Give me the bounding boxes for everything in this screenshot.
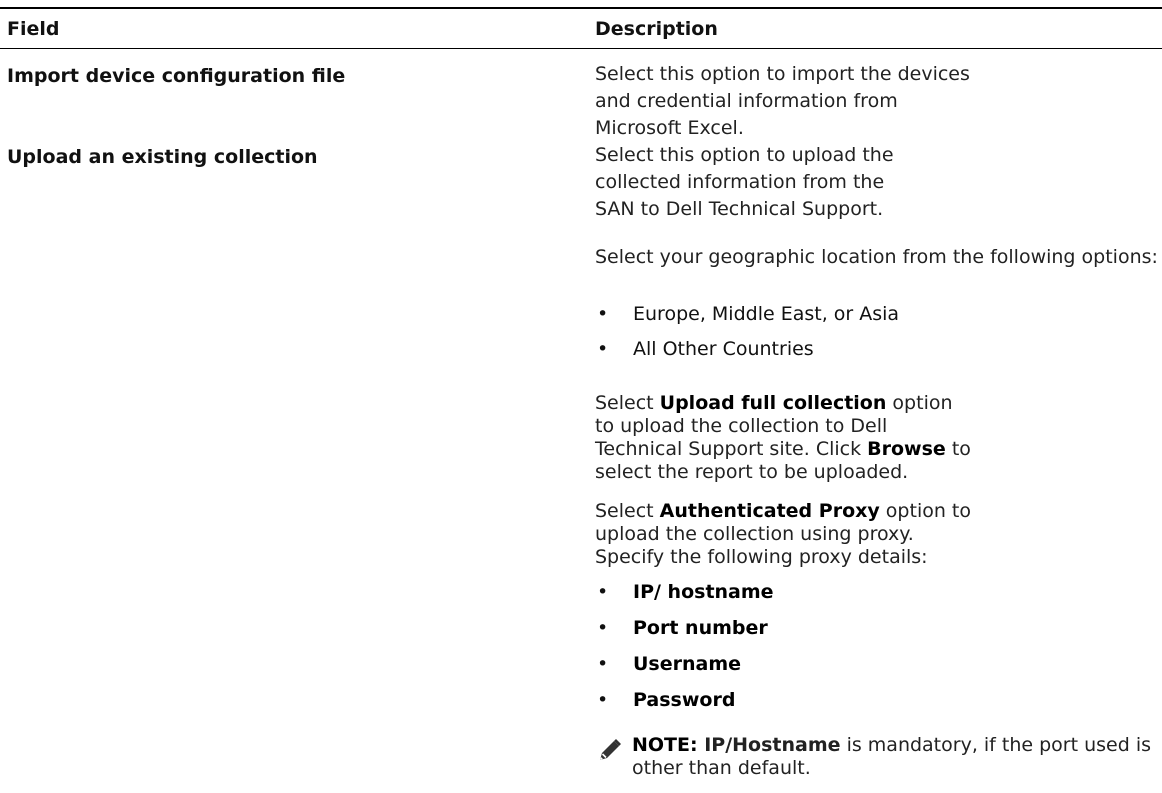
note-bold: IP/Hostname (704, 734, 841, 756)
full-collection-bold: Upload full collection (659, 392, 887, 414)
header-field: Field (7, 18, 60, 40)
pencil-note-icon (600, 739, 621, 760)
proxy-detail-username: Username (633, 653, 742, 675)
table-top-rule (0, 7, 1162, 9)
full-collection-pre: Select (595, 392, 660, 414)
bullet: • (597, 689, 609, 711)
location-prompt: Select your geographic location from the… (595, 246, 1158, 268)
description-upload-intro: Select this option to upload the collect… (595, 144, 894, 220)
location-option-emea: Europe, Middle East, or Asia (633, 303, 900, 325)
full-collection-paragraph: Select Upload full collection option to … (595, 392, 975, 484)
browse-bold: Browse (867, 438, 946, 460)
bullet: • (597, 653, 609, 675)
document-page: Field Description Import device configur… (0, 0, 1162, 793)
proxy-bold: Authenticated Proxy (659, 500, 880, 522)
header-description: Description (595, 18, 718, 40)
proxy-detail-ip-hostname: IP/ hostname (633, 581, 774, 603)
note-text: NOTE: IP/Hostname is mandatory, if the p… (632, 734, 1162, 780)
proxy-pre: Select (595, 500, 660, 522)
location-option-other: All Other Countries (633, 338, 814, 360)
header-rule (0, 48, 1162, 49)
bullet: • (597, 338, 609, 360)
bullet: • (597, 303, 609, 325)
note-label: NOTE: (632, 734, 705, 756)
bullet: • (597, 617, 609, 639)
field-import-device-config: Import device configuration file (7, 65, 346, 87)
bullet: • (597, 581, 609, 603)
proxy-detail-port-number: Port number (633, 617, 768, 639)
proxy-paragraph: Select Authenticated Proxy option to upl… (595, 500, 980, 569)
description-import-device-config: Select this option to import the devices… (595, 63, 970, 139)
field-upload-existing-collection: Upload an existing collection (7, 146, 318, 168)
proxy-detail-password: Password (633, 689, 736, 711)
